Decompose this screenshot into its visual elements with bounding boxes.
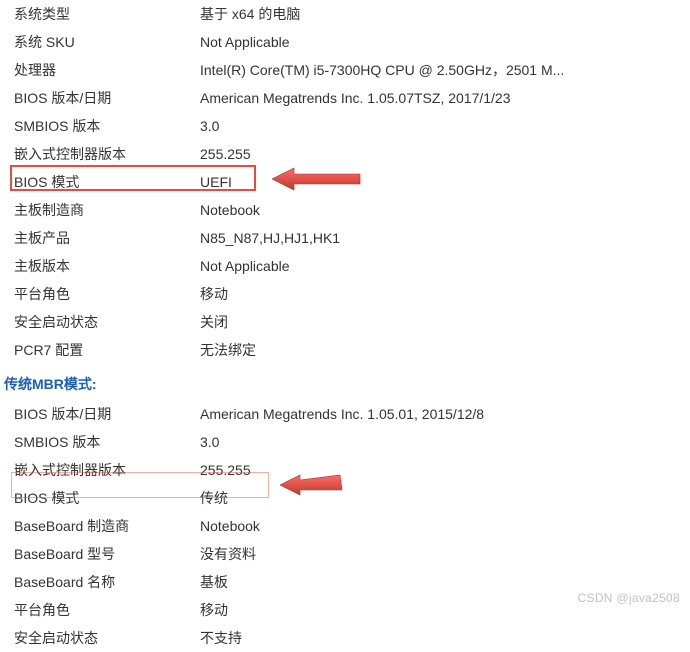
row-bios-version-date: BIOS 版本/日期 American Megatrends Inc. 1.05… xyxy=(0,84,690,112)
row-platform-role: 平台角色 移动 xyxy=(0,280,690,308)
row-baseboard-product: 主板产品 N85_N87,HJ,HJ1,HK1 xyxy=(0,224,690,252)
label-smbios-version: SMBIOS 版本 xyxy=(14,117,200,135)
watermark: CSDN @java2508 xyxy=(578,591,680,605)
label-bios-version-date: BIOS 版本/日期 xyxy=(14,89,200,107)
system-info-top: 系统类型 基于 x64 的电脑 系统 SKU Not Applicable 处理… xyxy=(0,0,690,364)
row-system-type: 系统类型 基于 x64 的电脑 xyxy=(0,0,690,28)
row-secure-boot: 安全启动状态 关闭 xyxy=(0,308,690,336)
label-processor: 处理器 xyxy=(14,61,200,79)
row-bios-mode-2: BIOS 模式 传统 xyxy=(0,484,690,512)
label-baseboard-manufacturer-2: BaseBoard 制造商 xyxy=(14,517,200,535)
row-processor: 处理器 Intel(R) Core(TM) i5-7300HQ CPU @ 2.… xyxy=(0,56,690,84)
row-baseboard-manufacturer-2: BaseBoard 制造商 Notebook xyxy=(0,512,690,540)
label-embedded-controller: 嵌入式控制器版本 xyxy=(14,145,200,163)
row-pcr7: PCR7 配置 无法绑定 xyxy=(0,336,690,364)
value-smbios-version-2: 3.0 xyxy=(200,433,690,451)
label-baseboard-model-2: BaseBoard 型号 xyxy=(14,545,200,563)
value-baseboard-version: Not Applicable xyxy=(200,257,690,275)
label-baseboard-manufacturer: 主板制造商 xyxy=(14,201,200,219)
label-bios-mode: BIOS 模式 xyxy=(14,173,200,191)
row-embedded-controller-2: 嵌入式控制器版本 255.255 xyxy=(0,456,690,484)
value-bios-mode-2: 传统 xyxy=(200,489,690,507)
value-smbios-version: 3.0 xyxy=(200,117,690,135)
value-secure-boot-2: 不支持 xyxy=(200,629,690,647)
row-bios-version-date-2: BIOS 版本/日期 American Megatrends Inc. 1.05… xyxy=(0,400,690,428)
label-secure-boot: 安全启动状态 xyxy=(14,313,200,331)
value-baseboard-manufacturer: Notebook xyxy=(200,201,690,219)
row-embedded-controller: 嵌入式控制器版本 255.255 xyxy=(0,140,690,168)
row-baseboard-manufacturer: 主板制造商 Notebook xyxy=(0,196,690,224)
label-smbios-version-2: SMBIOS 版本 xyxy=(14,433,200,451)
section-header-mbr: 传统MBR模式: xyxy=(0,364,690,400)
row-bios-mode: BIOS 模式 UEFI xyxy=(0,168,690,196)
label-platform-role: 平台角色 xyxy=(14,285,200,303)
label-baseboard-product: 主板产品 xyxy=(14,229,200,247)
row-smbios-version: SMBIOS 版本 3.0 xyxy=(0,112,690,140)
label-pcr7: PCR7 配置 xyxy=(14,341,200,359)
row-system-sku: 系统 SKU Not Applicable xyxy=(0,28,690,56)
value-embedded-controller: 255.255 xyxy=(200,145,690,163)
row-secure-boot-2: 安全启动状态 不支持 xyxy=(0,624,690,652)
label-embedded-controller-2: 嵌入式控制器版本 xyxy=(14,461,200,479)
value-bios-mode: UEFI xyxy=(200,173,690,191)
value-baseboard-manufacturer-2: Notebook xyxy=(200,517,690,535)
row-smbios-version-2: SMBIOS 版本 3.0 xyxy=(0,428,690,456)
system-info-bottom: BIOS 版本/日期 American Megatrends Inc. 1.05… xyxy=(0,400,690,652)
value-bios-version-date-2: American Megatrends Inc. 1.05.01, 2015/1… xyxy=(200,405,690,423)
value-pcr7: 无法绑定 xyxy=(200,341,690,359)
label-system-type: 系统类型 xyxy=(14,5,200,23)
value-baseboard-model-2: 没有资料 xyxy=(200,545,690,563)
label-platform-role-2: 平台角色 xyxy=(14,601,200,619)
value-system-sku: Not Applicable xyxy=(200,33,690,51)
value-bios-version-date: American Megatrends Inc. 1.05.07TSZ, 201… xyxy=(200,89,690,107)
label-baseboard-name-2: BaseBoard 名称 xyxy=(14,573,200,591)
value-secure-boot: 关闭 xyxy=(200,313,690,331)
value-system-type: 基于 x64 的电脑 xyxy=(200,5,690,23)
row-baseboard-model-2: BaseBoard 型号 没有资料 xyxy=(0,540,690,568)
label-baseboard-version: 主板版本 xyxy=(14,257,200,275)
label-secure-boot-2: 安全启动状态 xyxy=(14,629,200,647)
label-system-sku: 系统 SKU xyxy=(14,33,200,51)
label-bios-mode-2: BIOS 模式 xyxy=(14,489,200,507)
label-bios-version-date-2: BIOS 版本/日期 xyxy=(14,405,200,423)
value-baseboard-name-2: 基板 xyxy=(200,573,690,591)
value-processor: Intel(R) Core(TM) i5-7300HQ CPU @ 2.50GH… xyxy=(200,61,690,79)
value-baseboard-product: N85_N87,HJ,HJ1,HK1 xyxy=(200,229,690,247)
value-platform-role: 移动 xyxy=(200,285,690,303)
row-baseboard-version: 主板版本 Not Applicable xyxy=(0,252,690,280)
value-embedded-controller-2: 255.255 xyxy=(200,461,690,479)
